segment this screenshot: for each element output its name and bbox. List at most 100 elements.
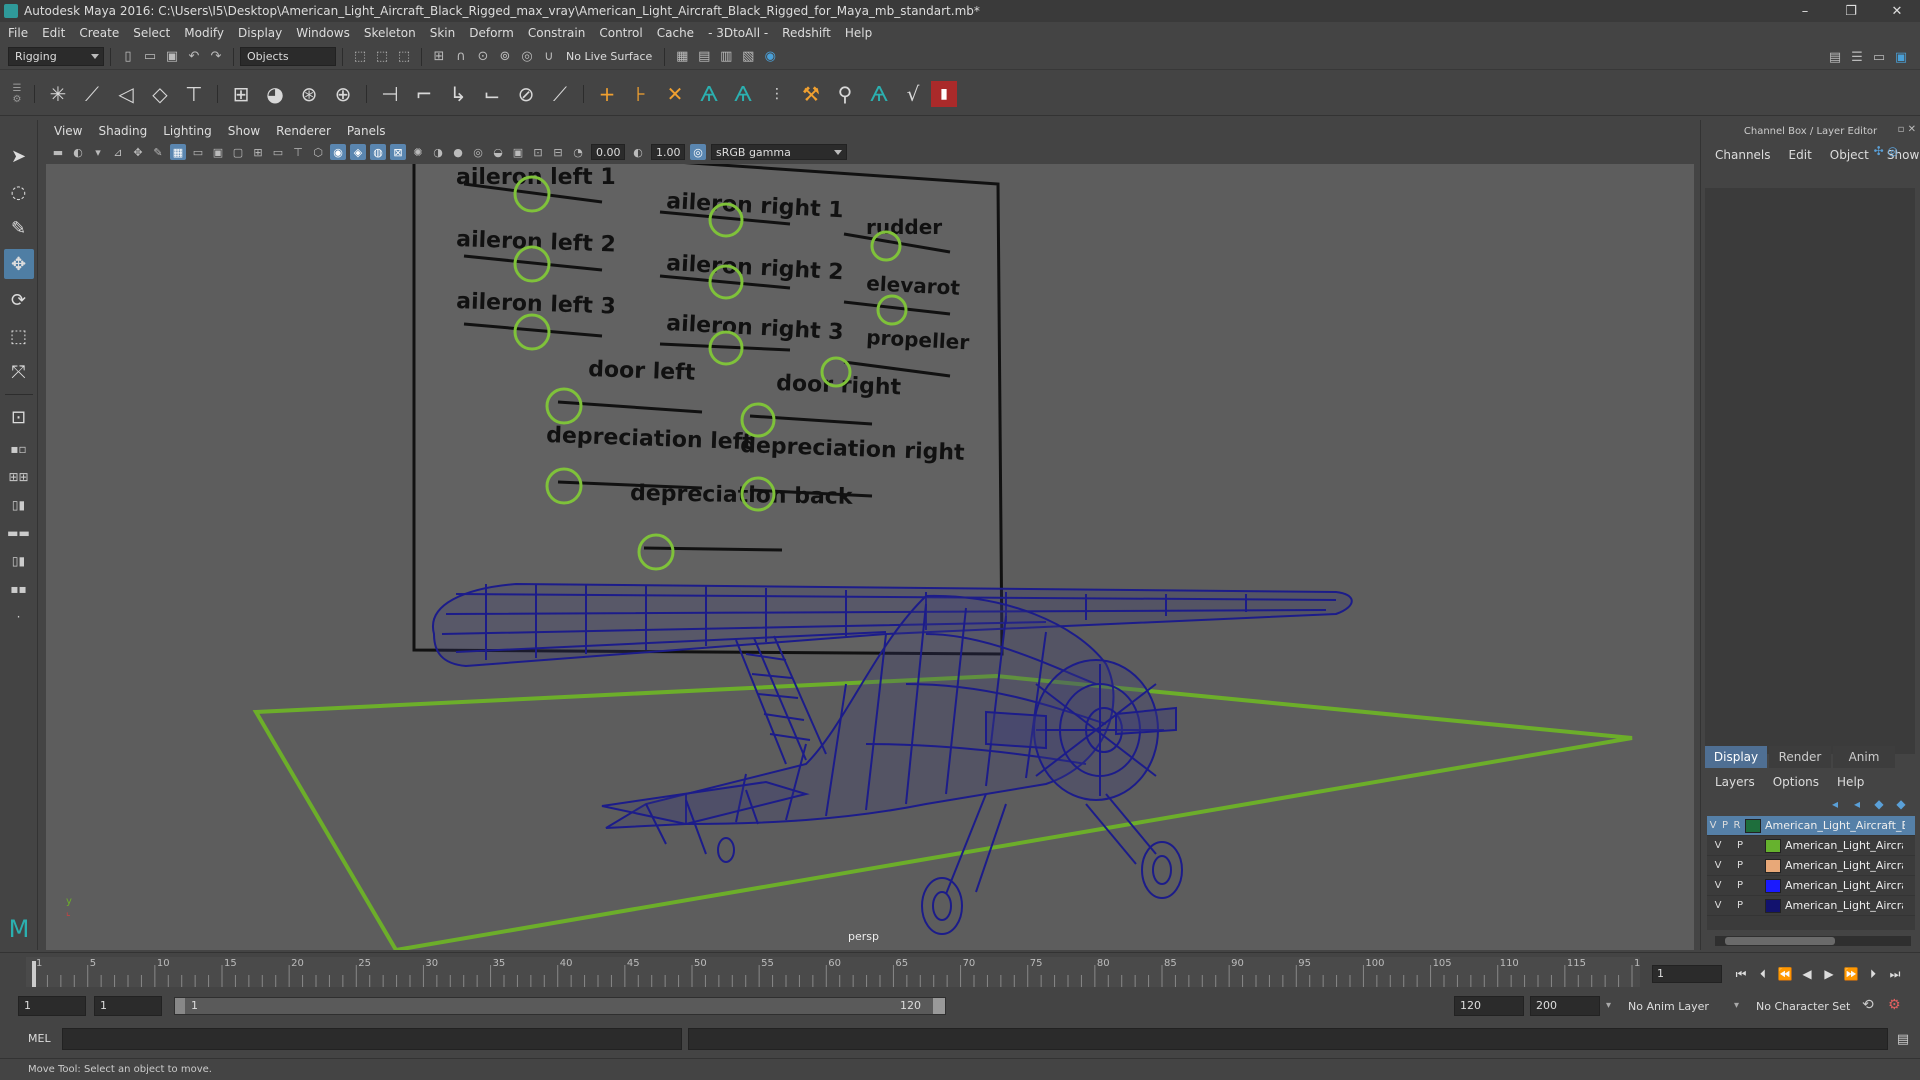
- layer-visibility-toggle[interactable]: V: [1707, 820, 1719, 831]
- menu-display[interactable]: Display: [238, 26, 282, 40]
- anim-layer-dropdown[interactable]: No Anim Layer: [1628, 1000, 1709, 1013]
- wireframe-on-shaded-icon[interactable]: ◈: [350, 144, 366, 160]
- preferences-icon[interactable]: ⚙: [1888, 997, 1901, 1013]
- menu-skin[interactable]: Skin: [430, 26, 456, 40]
- render-settings-icon[interactable]: ▧: [739, 48, 757, 66]
- lattice-icon[interactable]: ◕: [259, 78, 291, 110]
- step-forward-frame-icon[interactable]: ⏵: [1862, 965, 1884, 983]
- range-slider[interactable]: 1 120: [174, 997, 946, 1015]
- object-menu[interactable]: Object: [1830, 148, 1869, 162]
- paint-select-icon[interactable]: ✎: [4, 213, 34, 243]
- options-menu[interactable]: Options: [1773, 775, 1819, 789]
- chevron-down-icon[interactable]: ▾: [1734, 1000, 1739, 1011]
- snap-curve-icon[interactable]: ∩: [452, 48, 470, 66]
- quick-rig-icon[interactable]: Ѧ: [727, 78, 759, 110]
- paint-weights-icon[interactable]: ⌙: [476, 78, 508, 110]
- close-button[interactable]: ✕: [1874, 0, 1920, 22]
- shelf-options-icon[interactable]: ☰ ⚙: [6, 74, 28, 114]
- menuset-dropdown[interactable]: Rigging: [8, 47, 104, 66]
- select-component-icon[interactable]: ⬚: [395, 48, 413, 66]
- channel-box-icon[interactable]: ▣: [1892, 48, 1910, 66]
- resolution-gate-icon[interactable]: ▣: [210, 144, 226, 160]
- menu-deform[interactable]: Deform: [469, 26, 514, 40]
- menu-help[interactable]: Help: [845, 26, 872, 40]
- motion-blur-icon[interactable]: ◎: [470, 144, 486, 160]
- menu-3dtoall[interactable]: - 3DtoAll -: [708, 26, 768, 40]
- tool-settings-icon[interactable]: ▭: [1870, 48, 1888, 66]
- layer-color-swatch[interactable]: [1765, 898, 1781, 913]
- panel-menu-lighting[interactable]: Lighting: [163, 124, 212, 138]
- range-start-handle[interactable]: [175, 998, 185, 1014]
- perspective-viewport[interactable]: aileron left 1 aileron right 1 rudder ai…: [46, 164, 1694, 950]
- layer-playback-toggle[interactable]: P: [1719, 820, 1731, 831]
- open-scene-icon[interactable]: ▭: [141, 48, 159, 66]
- panel-menu-panels[interactable]: Panels: [347, 124, 386, 138]
- layer-visibility-toggle[interactable]: V: [1707, 840, 1729, 851]
- attribute-editor-icon[interactable]: ☰: [1848, 48, 1866, 66]
- panel-menu-show[interactable]: Show: [228, 124, 260, 138]
- chart-tool-icon[interactable]: ▮: [931, 80, 957, 107]
- layer-color-swatch[interactable]: [1745, 818, 1761, 833]
- ambient-occlusion-icon[interactable]: ●: [450, 144, 466, 160]
- current-frame-field[interactable]: 1: [1652, 965, 1722, 983]
- move-layer-down-icon[interactable]: ◂: [1848, 796, 1866, 812]
- snap-surface-icon[interactable]: ◎: [518, 48, 536, 66]
- range-end-handle[interactable]: [933, 998, 945, 1014]
- interactive-bind-icon[interactable]: ↳: [442, 78, 474, 110]
- layers-menu[interactable]: Layers: [1715, 775, 1755, 789]
- render-frame-icon[interactable]: ▤: [695, 48, 713, 66]
- xray-joints-icon[interactable]: ⊡: [530, 144, 546, 160]
- tab-display[interactable]: Display: [1705, 746, 1767, 768]
- color-space-dropdown[interactable]: sRGB gamma: [711, 144, 847, 160]
- menu-modify[interactable]: Modify: [184, 26, 224, 40]
- orient-joint-icon[interactable]: ⊤: [178, 78, 210, 110]
- parent-constraint-icon[interactable]: ⚒: [795, 78, 827, 110]
- wireframe-icon[interactable]: ⬡: [310, 144, 326, 160]
- grid-icon[interactable]: ▦: [170, 144, 186, 160]
- weight-tool-icon[interactable]: ⚲: [829, 78, 861, 110]
- script-language-label[interactable]: MEL: [28, 1032, 51, 1045]
- menu-skeleton[interactable]: Skeleton: [364, 26, 416, 40]
- last-tool-icon[interactable]: ⊡: [4, 402, 34, 432]
- step-forward-key-icon[interactable]: ⏩: [1840, 965, 1862, 983]
- layout-graph-icon[interactable]: ▯▮: [4, 549, 34, 573]
- undo-icon[interactable]: ↶: [185, 48, 203, 66]
- pole-vector-icon[interactable]: ⋮: [761, 78, 793, 110]
- layout-single-icon[interactable]: ▪▫: [4, 437, 34, 461]
- layer-color-swatch[interactable]: [1765, 838, 1781, 853]
- tab-render[interactable]: Render: [1769, 746, 1831, 768]
- go-to-start-icon[interactable]: ⏮: [1730, 965, 1752, 983]
- edit-menu[interactable]: Edit: [1789, 148, 1812, 162]
- lights-icon[interactable]: ✺: [410, 144, 426, 160]
- human-ik-icon[interactable]: Ѧ: [863, 78, 895, 110]
- animation-start-field[interactable]: 1: [18, 996, 86, 1016]
- select-hierarchy-icon[interactable]: ⬚: [351, 48, 369, 66]
- new-layer-selected-icon[interactable]: ◆: [1892, 796, 1910, 812]
- snap-point-icon[interactable]: ⊙: [474, 48, 492, 66]
- exposure-field[interactable]: 0.00: [591, 144, 625, 160]
- layer-name[interactable]: American_Light_Aircraft: [1785, 899, 1903, 912]
- auto-key-icon[interactable]: ⟲: [1862, 997, 1874, 1013]
- menu-file[interactable]: File: [8, 26, 28, 40]
- layer-reference-toggle[interactable]: R: [1731, 820, 1743, 831]
- shadows-icon[interactable]: ◑: [430, 144, 446, 160]
- scale-tool-icon[interactable]: ⬚: [4, 321, 34, 351]
- animation-end-field[interactable]: 200: [1530, 996, 1600, 1016]
- help-menu[interactable]: Help: [1837, 775, 1864, 789]
- tab-anim[interactable]: Anim: [1833, 746, 1895, 768]
- minimize-button[interactable]: –: [1782, 0, 1828, 22]
- sculpt-deformer-icon[interactable]: ⊕: [327, 78, 359, 110]
- layout-side-icon[interactable]: ▯▮: [4, 493, 34, 517]
- layer-horizontal-scrollbar[interactable]: [1715, 936, 1911, 946]
- layout-four-icon[interactable]: ⊞⊞: [4, 465, 34, 489]
- play-forward-icon[interactable]: ▶: [1818, 965, 1840, 983]
- image-plane-icon[interactable]: ⊿: [110, 144, 126, 160]
- hik-icon[interactable]: Ѧ: [693, 78, 725, 110]
- menu-windows[interactable]: Windows: [296, 26, 350, 40]
- redo-icon[interactable]: ↷: [207, 48, 225, 66]
- layer-row[interactable]: V P American_Light_Aircraft: [1707, 876, 1915, 896]
- layer-name[interactable]: American_Light_Aircraft: [1785, 879, 1903, 892]
- isolate-select-icon[interactable]: ▣: [510, 144, 526, 160]
- grease-pencil-icon[interactable]: ✎: [150, 144, 166, 160]
- exposure-icon[interactable]: ◔: [570, 144, 586, 160]
